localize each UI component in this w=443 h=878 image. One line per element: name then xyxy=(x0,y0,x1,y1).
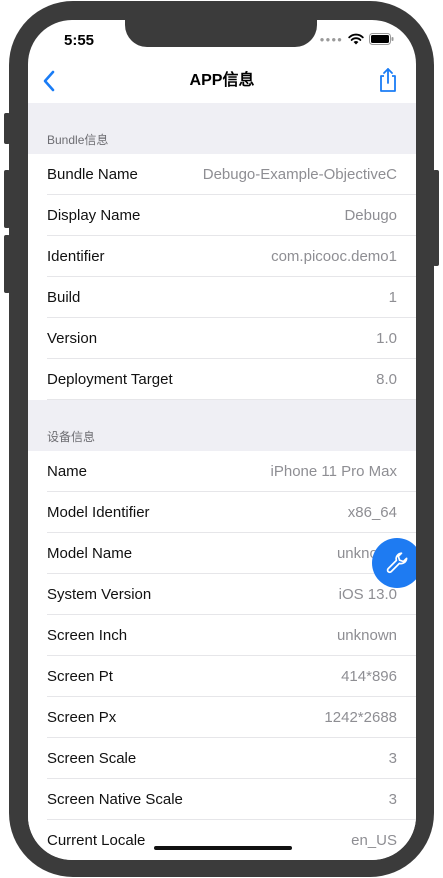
mute-switch xyxy=(4,113,10,144)
row-key: Display Name xyxy=(47,207,141,224)
debug-tool-button[interactable] xyxy=(372,538,416,588)
list-item[interactable]: Model Name unknown xyxy=(28,533,416,574)
row-key: Bundle Name xyxy=(47,166,138,183)
section-header-device: 设备信息 xyxy=(28,400,416,451)
share-button[interactable] xyxy=(376,67,400,93)
row-key: Identifier xyxy=(47,248,105,265)
row-key: Screen Inch xyxy=(47,627,128,644)
row-value: 1 xyxy=(388,289,397,306)
list-item[interactable]: System Version iOS 13.0 xyxy=(28,574,416,615)
section-title: 设备信息 xyxy=(47,430,96,444)
row-key: Screen Scale xyxy=(47,750,137,767)
list-item[interactable]: Name iPhone 11 Pro Max xyxy=(28,451,416,492)
row-value: en_US xyxy=(351,832,397,849)
list-item[interactable]: Display Name Debugo xyxy=(28,195,416,236)
share-icon xyxy=(380,68,396,92)
power-button xyxy=(433,170,439,266)
list-item[interactable]: Screen Native Scale 3 xyxy=(28,779,416,820)
row-value: Debugo-Example-ObjectiveC xyxy=(202,166,397,183)
home-indicator[interactable] xyxy=(154,846,292,850)
section-header-bundle: Bundle信息 xyxy=(28,103,416,154)
info-list[interactable]: Bundle信息 Bundle Name Debugo-Example-Objec… xyxy=(28,103,416,860)
row-value: x86_64 xyxy=(347,504,397,521)
row-key: Name xyxy=(47,463,88,480)
row-value: 1.0 xyxy=(376,330,397,347)
list-item[interactable]: Screen Scale 3 xyxy=(28,738,416,779)
list-item[interactable]: Bundle Name Debugo-Example-ObjectiveC xyxy=(28,154,416,195)
list-item[interactable]: Screen Inch unknown xyxy=(28,615,416,656)
row-value: unknown xyxy=(336,627,397,644)
list-item[interactable]: Deployment Target 8.0 xyxy=(28,359,416,400)
row-key: Model Identifier xyxy=(47,504,150,521)
volume-up-button xyxy=(4,170,10,228)
row-value: Debugo xyxy=(344,207,397,224)
notch xyxy=(125,20,317,47)
screen: 5:55 ●●●● APP信息 Bundle信息 Bundle Name Deb… xyxy=(28,20,416,860)
row-key: Version xyxy=(47,330,98,347)
row-value: 3 xyxy=(388,750,397,767)
row-value: iPhone 11 Pro Max xyxy=(270,463,397,480)
row-value: 3 xyxy=(388,791,397,808)
row-value: com.picooc.demo1 xyxy=(271,248,397,265)
section-title: Bundle信息 xyxy=(47,133,109,147)
row-value: 8.0 xyxy=(376,371,397,388)
volume-down-button xyxy=(4,235,10,293)
wifi-icon xyxy=(348,33,364,45)
row-key: Screen Px xyxy=(47,709,117,726)
row-key: Screen Pt xyxy=(47,668,113,685)
list-item[interactable]: Version 1.0 xyxy=(28,318,416,359)
row-key: Current Locale xyxy=(47,832,146,849)
row-key: Model Name xyxy=(47,545,133,562)
row-value: 414*896 xyxy=(341,668,397,685)
row-key: Deployment Target xyxy=(47,371,173,388)
list-item[interactable]: Screen Px 1242*2688 xyxy=(28,697,416,738)
row-key: Screen Native Scale xyxy=(47,791,183,808)
navigation-bar: APP信息 xyxy=(28,59,416,103)
list-item[interactable]: Model Identifier x86_64 xyxy=(28,492,416,533)
status-time: 5:55 xyxy=(64,32,95,49)
page-title: APP信息 xyxy=(189,72,255,89)
row-key: Build xyxy=(47,289,81,306)
list-item[interactable]: Current Locale en_US xyxy=(28,820,416,860)
signal-icon: ●●●● xyxy=(319,34,343,44)
list-item[interactable]: Screen Pt 414*896 xyxy=(28,656,416,697)
battery-icon xyxy=(369,33,394,45)
status-icons: ●●●● xyxy=(320,32,394,46)
row-value: 1242*2688 xyxy=(324,709,397,726)
row-key: System Version xyxy=(47,586,152,603)
list-item[interactable]: Identifier com.picooc.demo1 xyxy=(28,236,416,277)
list-item[interactable]: Build 1 xyxy=(28,277,416,318)
wrench-icon xyxy=(386,552,408,573)
